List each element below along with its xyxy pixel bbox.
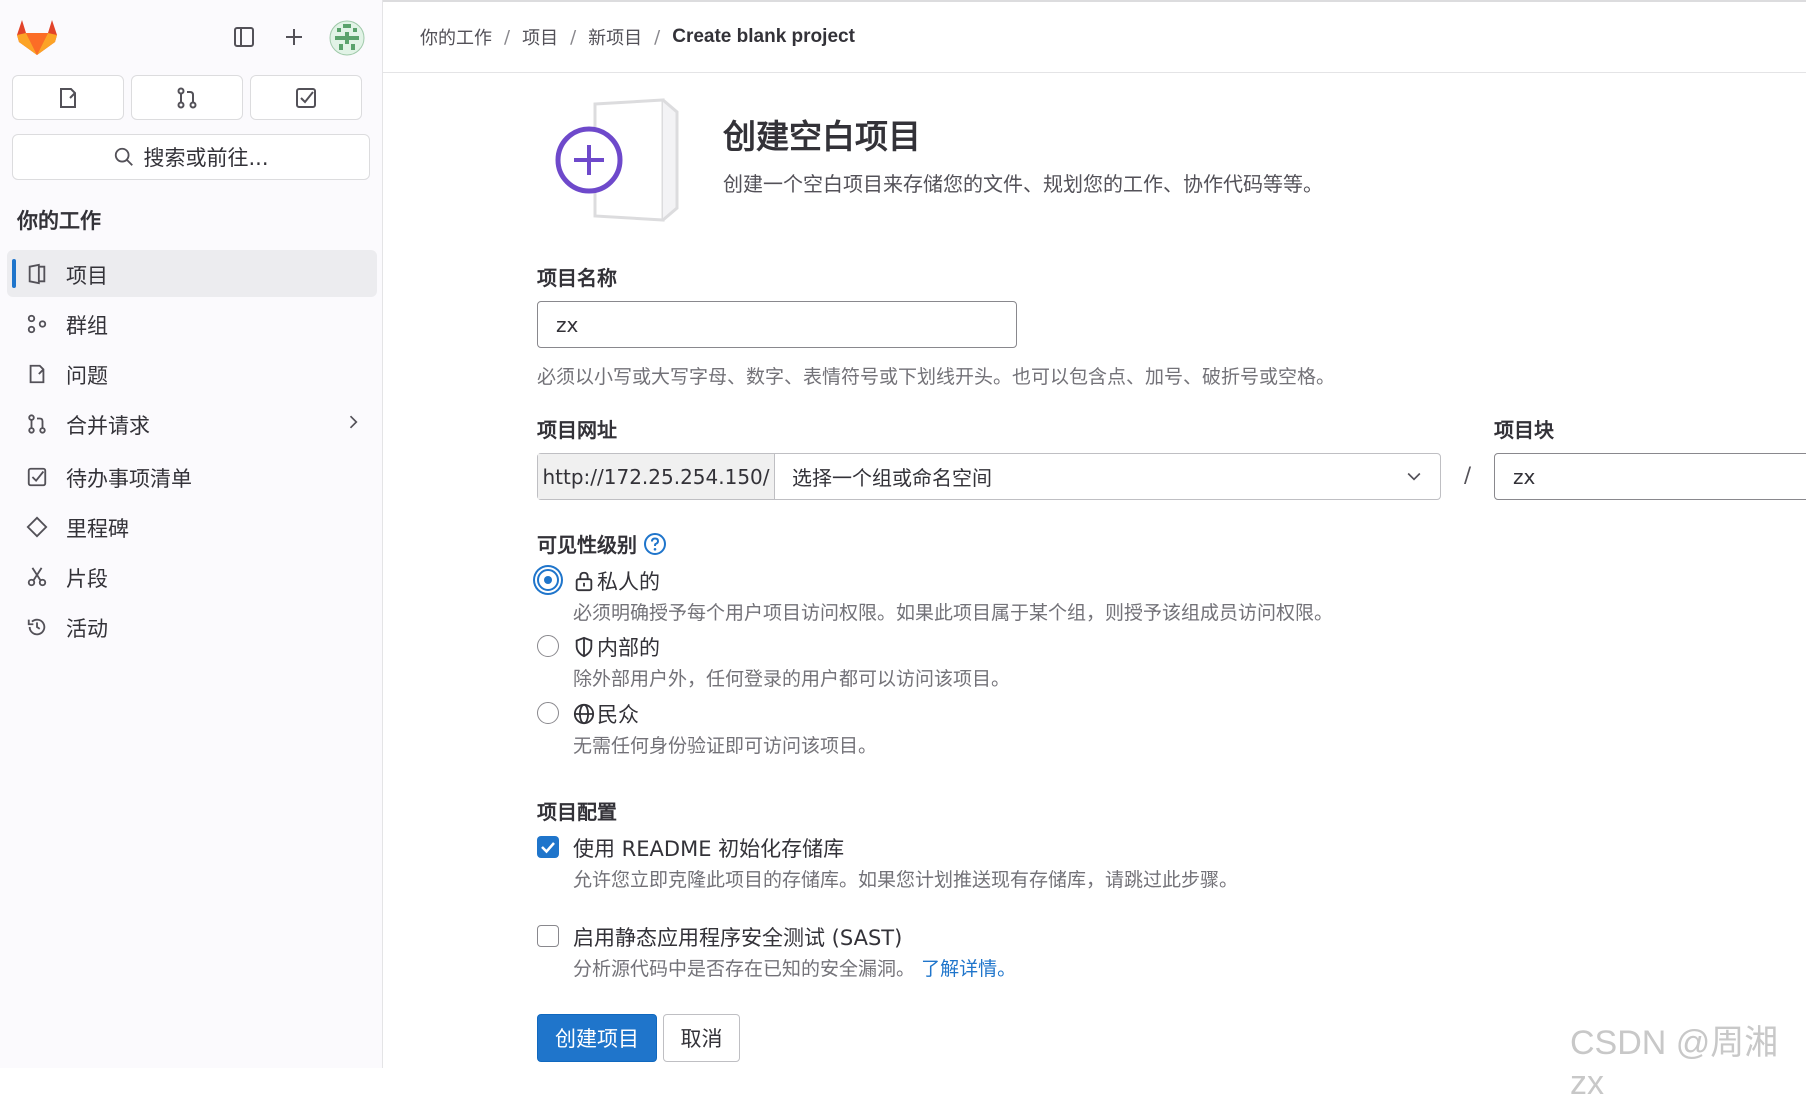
breadcrumb-item[interactable]: 新项目	[588, 24, 642, 50]
snippet-icon	[24, 564, 49, 589]
visibility-option-label: 民众	[597, 703, 639, 727]
visibility-public-radio[interactable]	[537, 702, 559, 724]
merge-request-icon	[24, 411, 49, 436]
merge-request-icon	[177, 87, 197, 108]
sast-desc-row: 分析源代码中是否存在已知的安全漏洞。 了解详情。	[573, 954, 1016, 981]
readme-label: 使用 README 初始化存储库	[573, 837, 845, 861]
learn-more-link[interactable]: 了解详情。	[921, 958, 1016, 980]
history-icon	[24, 614, 49, 639]
readme-desc: 允许您立即克隆此项目的存储库。如果您计划推送现有存储库，请跳过此步骤。	[573, 869, 1239, 891]
project-name-help: 必须以小写或大写字母、数字、表情符号或下划线开头。也可以包含点、加号、破折号或空…	[537, 366, 1336, 388]
sidebar-item-issues[interactable]: 问题	[7, 350, 377, 397]
milestone-icon	[24, 514, 49, 539]
visibility-private-radio[interactable]	[537, 569, 559, 591]
namespace-select-label: 选择一个组或命名空间	[792, 466, 992, 490]
sidebar-item-activity[interactable]: 活动	[7, 603, 377, 650]
visibility-private-desc: 必须明确授予每个用户项目访问权限。如果此项目属于某个组，则授予该组成员访问权限。	[573, 602, 1334, 624]
visibility-internal-title: 内部的	[573, 632, 660, 662]
visibility-label: 可见性级别	[537, 533, 637, 557]
sidebar-item-label: 里程碑	[66, 517, 129, 541]
visibility-option-label: 内部的	[597, 636, 660, 660]
breadcrumb: 你的工作 / 项目 / 新项目 / Create blank project	[420, 24, 855, 50]
create-project-button[interactable]: 创建项目	[537, 1014, 657, 1062]
shield-icon	[575, 636, 593, 658]
todo-quick-button[interactable]	[250, 75, 362, 120]
sidebar-item-label: 问题	[66, 364, 108, 388]
visibility-option-label: 私人的	[597, 570, 660, 594]
sidebar-item-milestones[interactable]: 里程碑	[7, 503, 377, 550]
earth-icon	[573, 703, 595, 725]
page-subtitle: 创建一个空白项目来存储您的文件、规划您的工作、协作代码等等。	[723, 172, 1323, 196]
readme-checkbox[interactable]	[537, 836, 559, 858]
project-name-label: 项目名称	[537, 266, 617, 290]
sidebar-item-snippets[interactable]: 片段	[7, 553, 377, 600]
lock-icon	[575, 571, 593, 592]
visibility-internal-radio[interactable]	[537, 635, 559, 657]
todo-icon	[24, 464, 49, 489]
sidebar-item-label: 片段	[66, 567, 108, 591]
active-indicator	[12, 259, 16, 288]
search-button[interactable]: 搜索或前往...	[12, 134, 370, 180]
visibility-public-title: 民众	[573, 699, 639, 729]
breadcrumb-separator: /	[570, 26, 577, 48]
sidebar-item-todo[interactable]: 待办事项清单	[7, 453, 377, 500]
sidebar-item-merge-requests[interactable]: 合并请求	[7, 400, 377, 447]
project-icon	[24, 261, 49, 286]
url-prefix: http://172.25.254.150/	[538, 454, 775, 499]
sidebar-item-groups[interactable]: 群组	[7, 300, 377, 347]
issues-quick-button[interactable]	[12, 75, 124, 120]
namespace-select[interactable]: 选择一个组或命名空间	[775, 454, 1440, 499]
sast-desc: 分析源代码中是否存在已知的安全漏洞。	[573, 958, 916, 980]
avatar[interactable]	[329, 20, 365, 56]
project-config-label: 项目配置	[537, 800, 617, 824]
cancel-button[interactable]: 取消	[663, 1014, 740, 1062]
group-icon	[24, 311, 49, 336]
blank-project-illustration-icon	[555, 98, 679, 222]
todo-icon	[296, 87, 316, 108]
question-icon[interactable]	[643, 532, 667, 556]
issues-icon	[60, 87, 76, 108]
breadcrumb-current[interactable]: Create blank project	[672, 26, 855, 48]
chevron-right-icon	[343, 412, 363, 437]
project-url-group: http://172.25.254.150/ 选择一个组或命名空间	[537, 453, 1441, 500]
sidebar-header	[0, 0, 383, 70]
sidebar-item-projects[interactable]: 项目	[7, 250, 377, 297]
sidebar-section-title: 你的工作	[17, 209, 101, 233]
sidebar-item-label: 群组	[66, 314, 108, 338]
chevron-down-icon	[1404, 466, 1424, 491]
plus-icon[interactable]	[279, 22, 309, 52]
header-divider	[383, 72, 1806, 73]
sidebar-item-label: 合并请求	[66, 414, 150, 438]
issues-icon	[24, 361, 49, 386]
gitlab-logo-icon[interactable]	[16, 18, 58, 56]
breadcrumb-item[interactable]: 你的工作	[420, 24, 492, 50]
visibility-label-group: 可见性级别	[537, 529, 667, 558]
project-slug-label: 项目块	[1494, 418, 1554, 442]
watermark: CSDN @周湘zx	[1570, 1024, 1779, 1102]
breadcrumb-separator: /	[654, 26, 661, 48]
collapse-sidebar-icon[interactable]	[229, 22, 259, 52]
visibility-public-desc: 无需任何身份验证即可访问该项目。	[573, 735, 878, 757]
merge-requests-quick-button[interactable]	[131, 75, 243, 120]
visibility-internal-desc: 除外部用户外，任何登录的用户都可以访问该项目。	[573, 668, 1011, 690]
sast-label: 启用静态应用程序安全测试 (SAST)	[573, 926, 903, 950]
breadcrumb-item[interactable]: 项目	[522, 24, 558, 50]
sidebar: 搜索或前往... 你的工作 项目 群组 问题 合并请求 待办事项清单 里程碑 片…	[0, 0, 383, 1068]
breadcrumb-separator: /	[504, 26, 511, 48]
sast-checkbox[interactable]	[537, 925, 559, 947]
page-title: 创建空白项目	[723, 117, 921, 156]
search-icon	[115, 147, 134, 166]
project-url-label: 项目网址	[537, 418, 617, 442]
visibility-private-title: 私人的	[573, 566, 660, 596]
search-label: 搜索或前往...	[143, 146, 269, 170]
sidebar-item-label: 待办事项清单	[66, 467, 192, 491]
sidebar-item-label: 项目	[66, 264, 108, 288]
project-slug-input[interactable]: zx	[1494, 453, 1806, 500]
sidebar-item-label: 活动	[66, 617, 108, 641]
url-separator: /	[1464, 463, 1472, 487]
checkmark-icon	[541, 842, 555, 854]
project-name-input[interactable]: zx	[537, 301, 1017, 348]
